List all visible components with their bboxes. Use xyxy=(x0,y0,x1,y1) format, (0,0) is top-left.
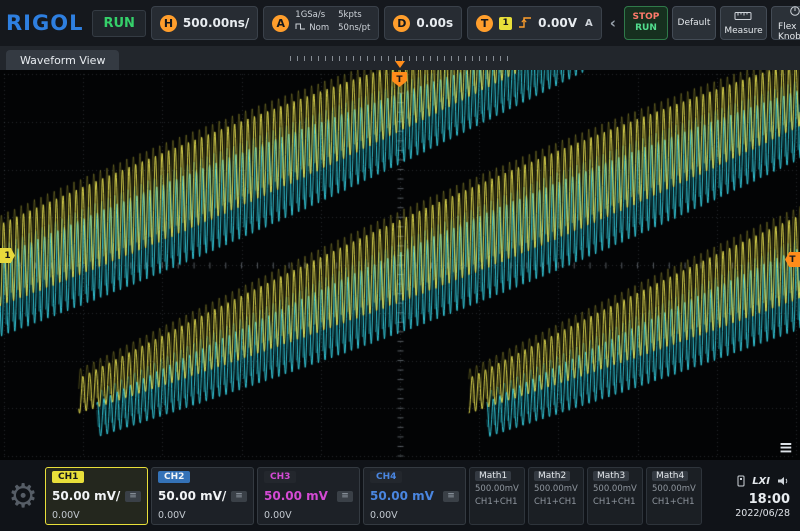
channel-menu-icon[interactable]: ≡ xyxy=(337,491,353,502)
channel-box-ch4[interactable]: CH4 50.00 mV ≡ 0.00V xyxy=(363,467,466,525)
channel-scale: 50.00 mV xyxy=(370,489,434,503)
lxi-badge: LXI xyxy=(752,476,770,487)
math-expression: CH1+CH1 xyxy=(652,497,696,507)
system-status-area: LXI 18:00 2022/06/28 xyxy=(735,472,796,519)
default-button[interactable]: Default xyxy=(672,6,716,40)
math-expression: CH1+CH1 xyxy=(534,497,578,507)
clock-date: 2022/06/28 xyxy=(735,508,790,519)
trigger-level-value: 0.00V xyxy=(538,16,577,30)
math-scale: 500.00mV xyxy=(534,484,578,494)
channel-offset: 0.00V xyxy=(264,510,353,521)
math-expression: CH1+CH1 xyxy=(593,497,637,507)
trigger-source-badge: 1 xyxy=(499,17,512,30)
math-label: Math2 xyxy=(534,471,570,481)
horizontal-timebase-control[interactable]: H 500.00ns/ xyxy=(151,6,258,40)
collapse-toolbar-chevron[interactable]: ‹ xyxy=(607,14,619,32)
math-label: Math1 xyxy=(475,471,511,481)
acquisition-status-badge: RUN xyxy=(92,10,145,37)
sample-rate: 1GSa/s xyxy=(295,11,329,21)
acquire-control[interactable]: A 1GSa/s 5kpts Nom 50ns/pt xyxy=(263,6,379,40)
ruler-icon xyxy=(734,11,752,24)
measure-button[interactable]: Measure xyxy=(720,6,767,40)
acquire-key-icon: A xyxy=(272,15,289,32)
delay-control[interactable]: D 0.00s xyxy=(384,6,462,40)
sample-interval: 50ns/pt xyxy=(338,22,370,35)
channel-status-bar: ⚙ CH1 50.00 mV/ ≡ 0.00V CH2 50.00 mV/ ≡ … xyxy=(0,460,800,531)
trigger-position-pointer-icon[interactable] xyxy=(395,61,405,68)
channel-box-ch2[interactable]: CH2 50.00 mV/ ≡ 0.00V xyxy=(151,467,254,525)
channel-scale: 50.00 mV/ xyxy=(52,489,120,503)
math-expression: CH1+CH1 xyxy=(475,497,519,507)
top-toolbar: RIGOL RUN H 500.00ns/ A 1GSa/s 5kpts Nom… xyxy=(0,0,800,46)
delay-value: 0.00s xyxy=(416,16,453,30)
square-wave-icon xyxy=(295,22,306,35)
trigger-control[interactable]: T 1 0.00V A xyxy=(467,6,602,40)
waveform-display-area[interactable]: T 1 T ≡ xyxy=(0,70,800,460)
math-box-math4[interactable]: Math4 500.00mV CH1+CH1 xyxy=(646,467,702,525)
waveform-canvas[interactable] xyxy=(0,70,800,460)
gear-icon[interactable]: ⚙ xyxy=(4,479,42,512)
acquire-mode: Nom xyxy=(295,22,329,35)
channel-offset: 0.00V xyxy=(370,510,459,521)
channel-label: CH1 xyxy=(52,471,84,483)
channel-label: CH3 xyxy=(264,471,296,483)
channel-label: CH4 xyxy=(370,471,402,483)
tab-waveform-view[interactable]: Waveform View xyxy=(6,50,119,70)
horizontal-key-icon: H xyxy=(160,15,177,32)
rigol-logo: RIGOL xyxy=(6,11,83,35)
clock-time: 18:00 xyxy=(749,492,790,507)
channel-menu-icon[interactable]: ≡ xyxy=(231,491,247,502)
math-label: Math3 xyxy=(593,471,629,481)
math-scale: 500.00mV xyxy=(593,484,637,494)
channel-offset: 0.00V xyxy=(52,510,141,521)
stop-run-button[interactable]: STOP RUN xyxy=(624,6,668,40)
math-box-math2[interactable]: Math2 500.00mV CH1+CH1 xyxy=(528,467,584,525)
math-label: Math4 xyxy=(652,471,688,481)
trigger-sweep-mode: A xyxy=(585,18,593,29)
timebase-value: 500.00ns/ xyxy=(183,16,249,30)
channel-scale: 50.00 mV/ xyxy=(158,489,226,503)
channel-box-ch3[interactable]: CH3 50.00 mV ≡ 0.00V xyxy=(257,467,360,525)
channel-offset: 0.00V xyxy=(158,510,247,521)
math-scale: 500.00mV xyxy=(475,484,519,494)
memory-depth: 5kpts xyxy=(338,11,370,21)
menu-icon[interactable]: ≡ xyxy=(779,438,793,458)
rising-edge-icon xyxy=(518,14,532,33)
channel-scale: 50.00 mV xyxy=(264,489,328,503)
channel-menu-icon[interactable]: ≡ xyxy=(443,491,459,502)
channel-label: CH2 xyxy=(158,471,190,483)
knob-icon xyxy=(789,5,800,20)
flex-knob-button[interactable]: Flex Knob xyxy=(771,6,800,40)
math-scale: 500.00mV xyxy=(652,484,696,494)
channel-box-ch1[interactable]: CH1 50.00 mV/ ≡ 0.00V xyxy=(45,467,148,525)
view-tab-bar: Waveform View xyxy=(0,46,800,70)
math-box-math1[interactable]: Math1 500.00mV CH1+CH1 xyxy=(469,467,525,525)
trigger-key-icon: T xyxy=(476,15,493,32)
usb-device-icon xyxy=(736,472,746,491)
channel-menu-icon[interactable]: ≡ xyxy=(125,491,141,502)
math-box-math3[interactable]: Math3 500.00mV CH1+CH1 xyxy=(587,467,643,525)
delay-key-icon: D xyxy=(393,15,410,32)
speaker-icon[interactable] xyxy=(776,472,790,491)
